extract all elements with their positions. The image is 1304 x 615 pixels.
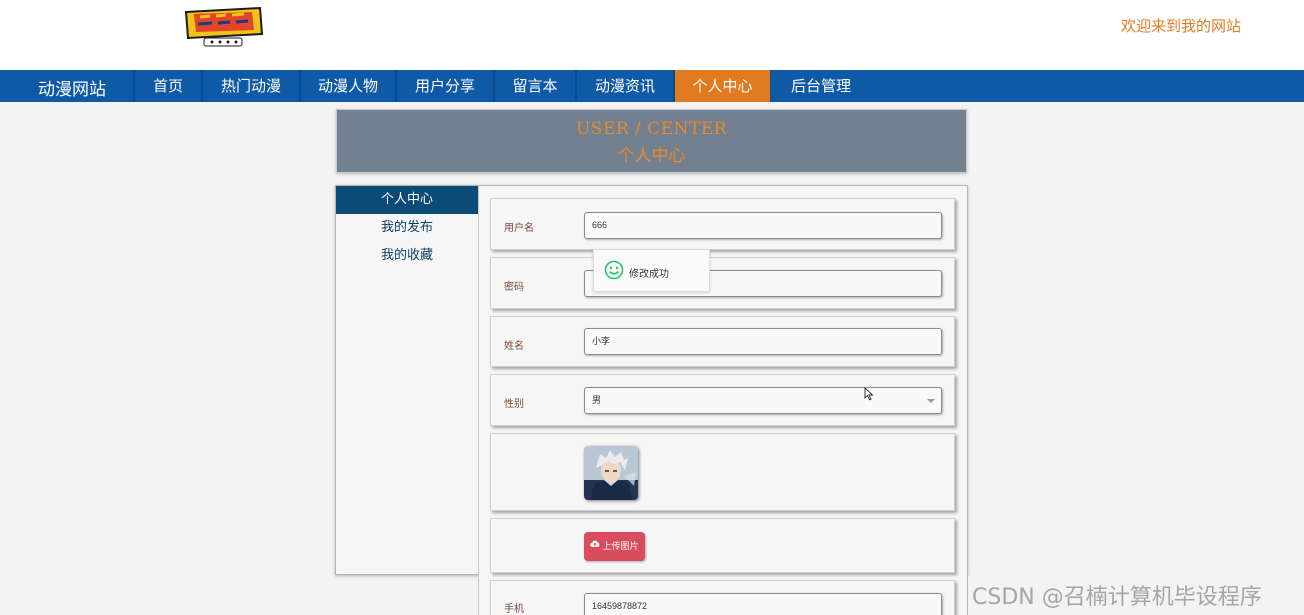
welcome-text: 欢迎来到我的网站: [1121, 17, 1242, 35]
nav-item-guestbook[interactable]: 留言本: [495, 70, 575, 102]
main-nav: 动漫网站 首页 热门动漫 动漫人物 用户分享 留言本 动漫资讯 个人中心 后台管…: [0, 70, 1304, 102]
site-header: 欢迎来到我的网站: [0, 0, 1304, 70]
form-row-name: 姓名 小李: [490, 316, 955, 367]
upload-image-button[interactable]: 上传图片: [584, 532, 645, 561]
username-label: 用户名: [504, 223, 534, 234]
banner-title-en: USER / CENTER: [575, 119, 728, 139]
form-row-password: 密码: [490, 257, 955, 309]
name-label: 姓名: [504, 341, 524, 352]
username-input[interactable]: 666: [584, 212, 942, 239]
nav-item-home[interactable]: 首页: [135, 70, 201, 102]
sidebar-item-my-favorites[interactable]: 我的收藏: [336, 242, 478, 270]
password-label: 密码: [504, 282, 524, 293]
upload-button-label: 上传图片: [602, 542, 639, 552]
nav-item-hot-anime[interactable]: 热门动漫: [203, 70, 299, 102]
sidebar-item-user-center[interactable]: 个人中心: [336, 186, 478, 214]
bigbys-logo-icon[interactable]: [182, 4, 266, 48]
page-banner: USER / CENTER 个人中心: [336, 109, 967, 173]
nav-item-characters[interactable]: 动漫人物: [301, 70, 395, 102]
banner-title-zh: 个人中心: [617, 146, 686, 166]
csdn-watermark: CSDN @召楠计算机毕设程序: [972, 585, 1262, 610]
smile-icon: [604, 260, 624, 284]
phone-input[interactable]: 16459878872: [584, 593, 942, 615]
nav-item-user-share[interactable]: 用户分享: [397, 70, 493, 102]
nav-item-user-center[interactable]: 个人中心: [675, 70, 770, 102]
avatar: [584, 446, 638, 500]
sidebar-divider: [478, 186, 479, 615]
success-toast: 修改成功: [593, 249, 710, 292]
chevron-down-icon: [927, 399, 935, 403]
mouse-cursor-icon: [864, 386, 874, 405]
form-row-avatar: [490, 433, 955, 511]
gender-select[interactable]: 男: [584, 387, 942, 414]
name-input[interactable]: 小李: [584, 328, 942, 355]
nav-item-admin[interactable]: 后台管理: [772, 70, 870, 102]
form-row-phone: 手机 16459878872: [490, 580, 955, 615]
form-row-username: 用户名 666: [490, 198, 955, 250]
nav-item-news[interactable]: 动漫资讯: [577, 70, 673, 102]
cloud-upload-icon: [590, 532, 600, 561]
form-row-gender: 性别 男: [490, 374, 955, 426]
toast-message: 修改成功: [629, 269, 669, 280]
phone-label: 手机: [504, 604, 524, 615]
sidebar-item-my-posts[interactable]: 我的发布: [336, 214, 478, 242]
gender-label: 性别: [504, 399, 524, 410]
nav-brand[interactable]: 动漫网站: [38, 75, 106, 100]
form-row-upload: 上传图片: [490, 518, 955, 573]
gender-select-value: 男: [592, 395, 602, 405]
